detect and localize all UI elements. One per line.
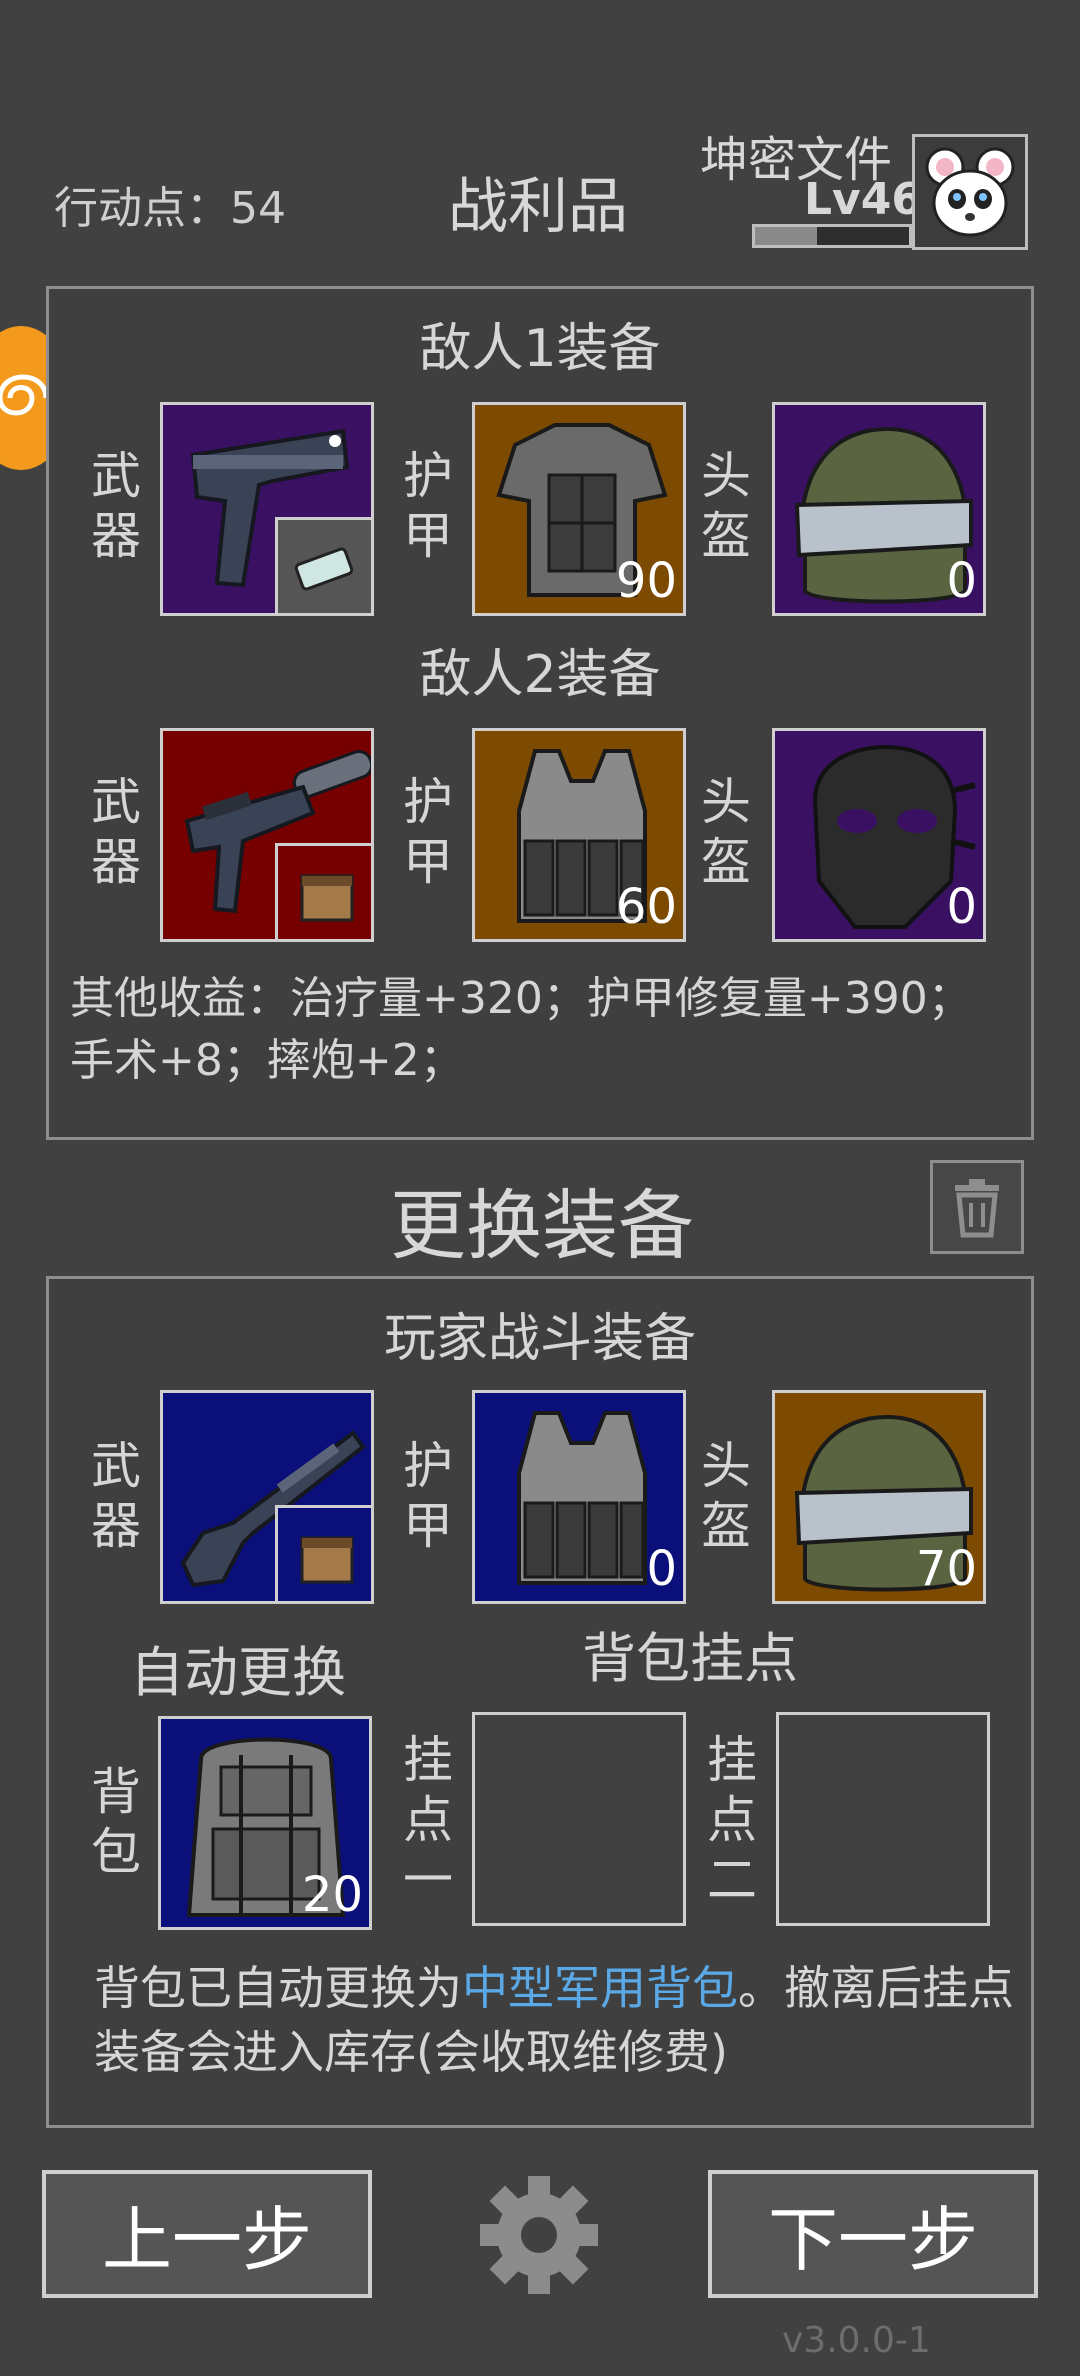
helmet-label: 头盔 [701,773,751,891]
other-income-text: 其他收益：治疗量+320；护甲修复量+390；手术+8；摔炮+2； [70,973,972,1086]
gear-icon [480,2176,598,2294]
player-weapon-slot[interactable] [160,1390,374,1604]
backpack-mounts-title: 背包挂点 [582,1627,798,1690]
enemy1-helmet-slot[interactable]: 0 [772,402,986,616]
durability-value: 0 [946,553,977,609]
weapon-label: 武器 [91,1437,141,1555]
backpack-label: 背包 [91,1763,141,1881]
player-helmet-slot[interactable]: 70 [772,1390,986,1604]
mount1-label: 挂点一 [403,1731,453,1909]
enemy1-weapon-slot[interactable] [160,402,374,616]
change-equipment-title: 更换装备 [390,1181,694,1270]
enemy2-armor-slot[interactable]: 60 [472,728,686,942]
trash-icon [955,1179,999,1238]
mount2-label: 挂点二 [707,1731,757,1909]
player-armor-slot[interactable]: 0 [472,1390,686,1604]
player-avatar[interactable] [912,134,1028,250]
armor-label: 护甲 [403,773,453,891]
auto-replace-title: 自动更换 [130,1641,346,1704]
mount1-slot[interactable] [472,1712,686,1926]
helmet-label: 头盔 [701,447,751,565]
next-step-button[interactable]: 下一步 [708,2170,1038,2298]
enemy2-helmet-slot[interactable]: 0 [772,728,986,942]
page-title: 战利品 [448,172,628,242]
durability-value: 90 [615,553,677,609]
settings-button[interactable] [474,2170,604,2300]
backpack-name-link[interactable]: 中型军用背包 [462,1961,738,2015]
mount2-slot[interactable] [776,1712,990,1926]
durability-value: 60 [615,879,677,935]
enemy1-armor-slot[interactable]: 90 [472,402,686,616]
xp-progress-fill [755,227,817,245]
armor-label: 护甲 [403,447,453,565]
prev-step-button[interactable]: 上一步 [42,2170,372,2298]
player-equipment-title: 玩家战斗装备 [383,1309,696,1369]
enemy2-equipment-title: 敌人2装备 [419,645,661,705]
durability-value: 70 [915,1541,977,1597]
note-prefix: 背包已自动更换为 [94,1961,462,2015]
durability-value: 20 [301,1867,363,1923]
weapon-label: 武器 [91,773,141,891]
weapon-label: 武器 [91,447,141,565]
durability-value: 0 [946,879,977,935]
ammo-box-icon [275,1505,371,1601]
backpack-slot[interactable]: 20 [158,1716,372,1930]
player-level: Lv46 [804,174,922,225]
xp-progress-bar [752,224,912,248]
action-points-label: 行动点：54 [54,183,286,234]
durability-value: 0 [646,1541,677,1597]
helmet-label: 头盔 [701,1437,751,1555]
ammo-clip-icon [275,517,371,613]
enemy1-equipment-title: 敌人1装备 [419,319,661,379]
version-label: v3.0.0-1 [782,2320,931,2361]
trash-button[interactable] [930,1160,1024,1254]
mouse-avatar-icon [925,147,1015,237]
backpack-note: 背包已自动更换为中型军用背包。撤离后挂点装备会进入库存(会收取维修费) [94,1956,1044,2084]
enemy2-weapon-slot[interactable] [160,728,374,942]
ammo-box-icon [275,843,371,939]
armor-label: 护甲 [403,1437,453,1555]
